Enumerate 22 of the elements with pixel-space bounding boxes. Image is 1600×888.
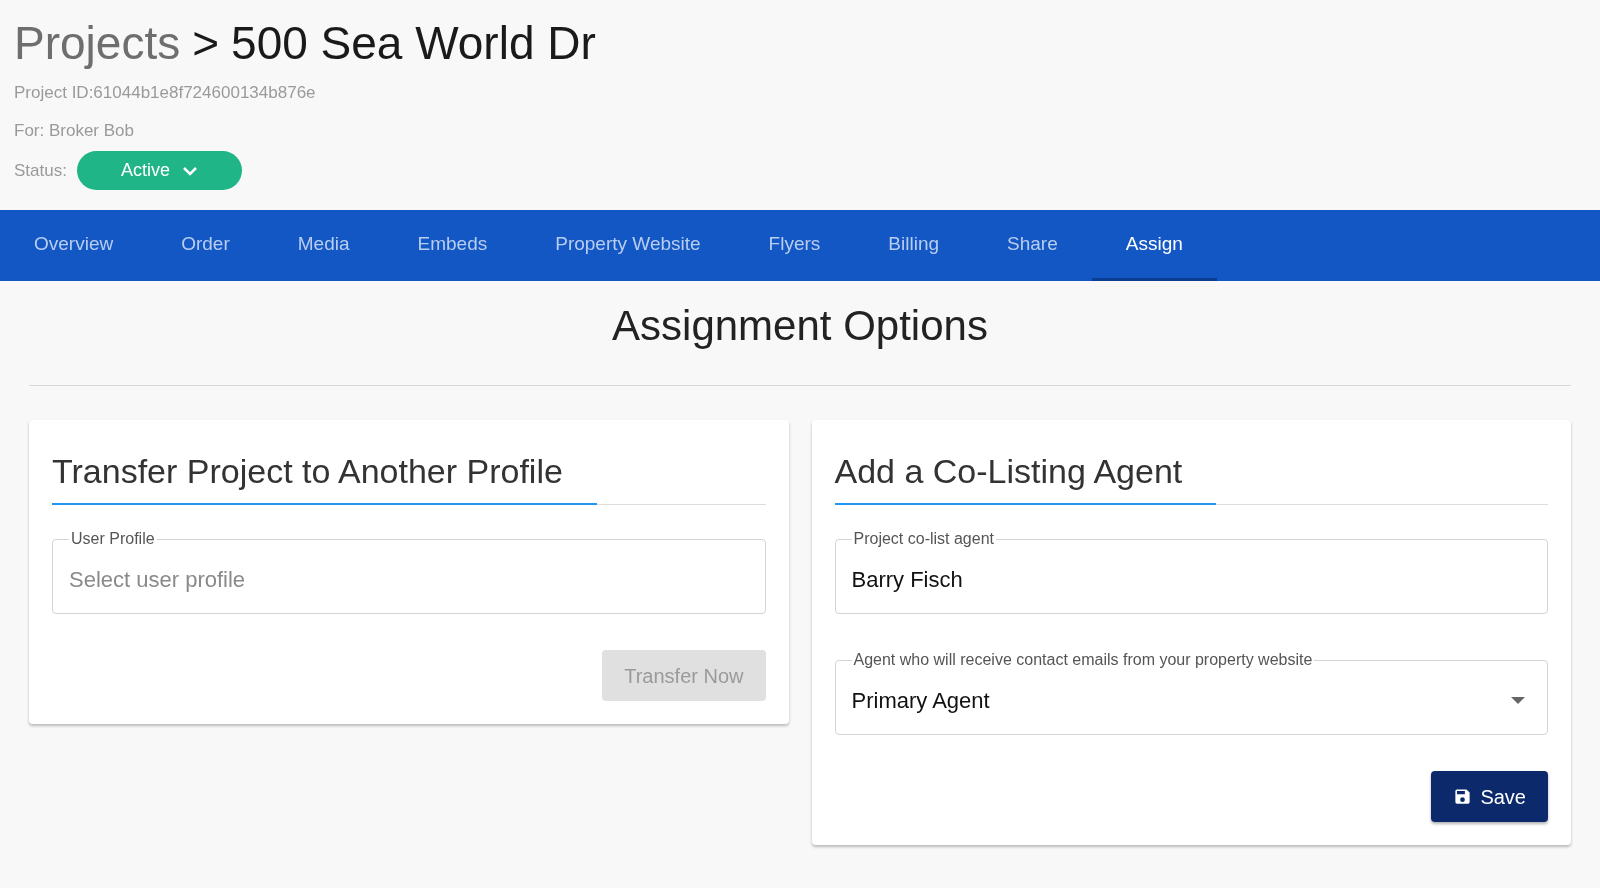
chevron-down-icon xyxy=(181,165,198,176)
nav-tab[interactable]: Overview xyxy=(0,210,148,281)
nav-tab[interactable]: Property Website xyxy=(521,210,735,281)
nav-tab[interactable]: Share xyxy=(973,210,1092,281)
nav-tab[interactable]: Media xyxy=(263,210,384,281)
nav-tab[interactable]: Order xyxy=(147,210,264,281)
project-id: Project ID:61044b1e8f724600134b876e xyxy=(14,82,317,104)
nav-tab[interactable]: Assign xyxy=(1091,210,1217,281)
section-heading: Assignment Options xyxy=(611,301,989,351)
page-title: 500 Sea World Dr xyxy=(231,16,596,71)
dropdown-arrow-icon xyxy=(1511,697,1525,704)
status-label: Status: xyxy=(14,159,67,182)
breadcrumb-separator: > xyxy=(192,16,220,71)
nav-tab[interactable]: Embeds xyxy=(383,210,522,281)
card-title: Add a Co-Listing Agent xyxy=(834,446,1217,505)
save-button[interactable]: Save xyxy=(1431,771,1548,822)
status-dropdown[interactable]: Active xyxy=(76,151,242,190)
nav-tab[interactable]: Flyers xyxy=(734,210,855,281)
card-title: Transfer Project to Another Profile xyxy=(52,446,597,505)
nav-tab[interactable]: Billing xyxy=(854,210,974,281)
project-owner: For: Broker Bob xyxy=(14,119,135,142)
breadcrumb-link[interactable]: Projects xyxy=(14,14,181,72)
